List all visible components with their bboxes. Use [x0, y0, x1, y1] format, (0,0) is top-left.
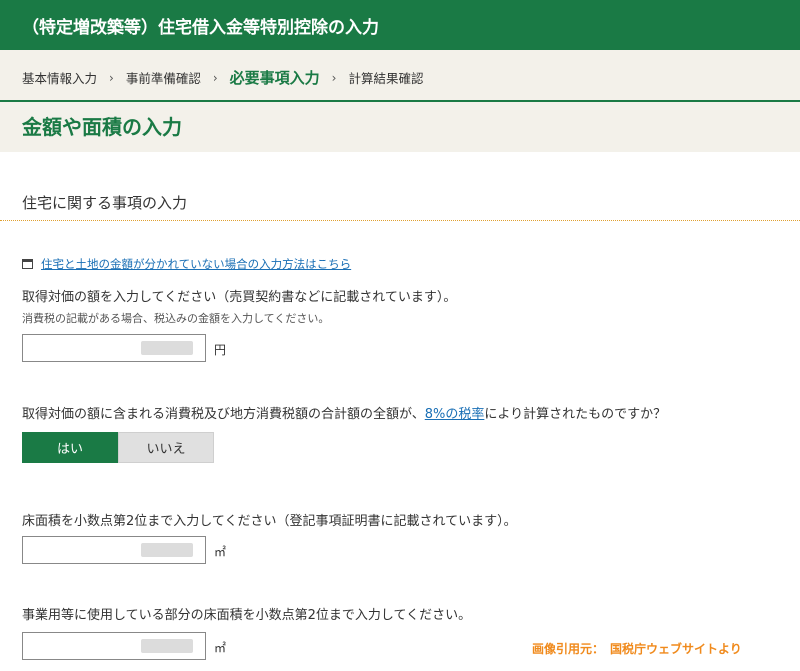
tax-rate-question: 取得対価の額に含まれる消費税及び地方消費税額の合計額の全額が、8%の税率により計… — [22, 403, 666, 422]
breadcrumb-step-basic-info: 基本情報入力 — [22, 71, 98, 86]
breadcrumb-step-required-input: 必要事項入力 — [229, 69, 320, 87]
floor-area-unit: ㎡ — [214, 545, 227, 559]
business-floor-area-input[interactable] — [22, 632, 206, 660]
business-floor-area-unit: ㎡ — [214, 641, 227, 655]
acquisition-price-note: 消費税の記載がある場合、税込みの金額を入力してください。 — [22, 312, 330, 325]
breadcrumb-step-preparation: 事前準備確認 — [125, 71, 201, 86]
tax-rate-link[interactable]: 8%の税率 — [425, 407, 485, 422]
breadcrumb-separator: › — [212, 70, 218, 85]
help-link-row: 住宅と土地の金額が分かれていない場合の入力方法はこちら — [22, 256, 351, 272]
page-title: 金額や面積の入力 — [22, 115, 182, 139]
acquisition-price-unit: 円 — [214, 343, 227, 357]
header-title: （特定増改築等）住宅借入金等特別控除の入力 — [22, 18, 379, 38]
breadcrumb-separator: › — [109, 70, 114, 85]
breadcrumb-separator: › — [331, 70, 337, 85]
yes-button[interactable]: はい — [22, 432, 118, 463]
breadcrumb-divider — [0, 100, 800, 102]
tax-rate-question-text: 取得対価の額に含まれる消費税及び地方消費税額の合計額の全額が、 — [22, 407, 425, 422]
acquisition-price-input[interactable] — [22, 334, 206, 362]
image-credit: 画像引用元： 国税庁ウェブサイトより — [532, 642, 742, 656]
page-hero: 基本情報入力 › 事前準備確認 › 必要事項入力 › 計算結果確認 金額や面積の… — [0, 50, 800, 152]
header-bar: （特定増改築等）住宅借入金等特別控除の入力 — [0, 0, 800, 50]
breadcrumb: 基本情報入力 › 事前準備確認 › 必要事項入力 › 計算結果確認 — [22, 67, 424, 88]
business-floor-area-label: 事業用等に使用している部分の床面積を小数点第2位まで入力してください。 — [22, 608, 472, 623]
floor-area-input[interactable] — [22, 536, 206, 564]
no-button[interactable]: いいえ — [118, 432, 214, 463]
masked-value — [141, 543, 193, 557]
floor-area-label: 床面積を小数点第2位まで入力してください（登記事項証明書に記載されています）。 — [22, 514, 517, 529]
tax-rate-toggle: はい いいえ — [22, 432, 214, 463]
acquisition-price-label: 取得対価の額を入力してください（売買契約書などに記載されています）。 — [22, 290, 457, 305]
masked-value — [141, 341, 193, 355]
section-divider — [0, 220, 800, 221]
document-icon — [22, 259, 33, 269]
help-link[interactable]: 住宅と土地の金額が分かれていない場合の入力方法はこちら — [41, 256, 351, 272]
breadcrumb-step-result: 計算結果確認 — [348, 71, 424, 86]
tax-rate-question-text-end: により計算されたものですか？ — [484, 407, 667, 422]
masked-value — [141, 639, 193, 653]
section-heading: 住宅に関する事項の入力 — [22, 194, 188, 212]
